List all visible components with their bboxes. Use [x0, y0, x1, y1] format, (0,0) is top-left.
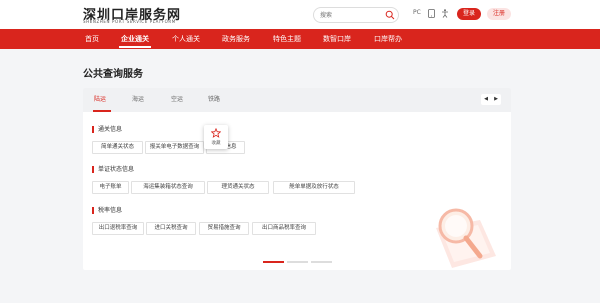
tab-sea[interactable]: 海运: [132, 88, 144, 112]
pager-dot-3[interactable]: [311, 261, 332, 263]
pc-version-icon[interactable]: PC: [413, 9, 421, 16]
magnifier-illustration: [436, 208, 496, 268]
query-tile[interactable]: 贸易措施查询: [199, 222, 249, 235]
section-title-tax-rate-info: 税率信息: [92, 207, 122, 214]
nav-item-port-assistance[interactable]: 口岸帮办: [374, 29, 402, 49]
query-tile[interactable]: 舱单单据及放行状态: [273, 181, 355, 194]
query-tile[interactable]: 理货通关状态: [207, 181, 269, 194]
nav-active-indicator: [119, 46, 151, 48]
section-title-document-status: 单证状态信息: [92, 166, 134, 173]
favorite-popup[interactable]: 收藏: [204, 125, 228, 149]
search-icon[interactable]: [385, 10, 395, 20]
nav-item-home[interactable]: 首页: [85, 29, 99, 49]
query-tile[interactable]: 海运集装箱状态查询: [131, 181, 205, 194]
tab-scroll-controls: ◀ ▶: [481, 94, 501, 105]
site-header: 深圳口岸服务网 SHENZHEN PORT SERVICE PLATFORM P…: [0, 0, 600, 29]
main-nav: 首页 企业通关 个人通关 政务服务 特色主题 数智口岸 口岸帮办: [0, 29, 600, 49]
section-title-clearance-info: 通关信息: [92, 126, 122, 133]
query-tile[interactable]: 电子账单: [92, 181, 129, 194]
tab-air[interactable]: 空运: [171, 88, 183, 112]
transport-tabs: 陆运 海运 空运 铁路 ◀ ▶: [83, 88, 511, 112]
site-logo-subtitle: SHENZHEN PORT SERVICE PLATFORM: [83, 19, 176, 24]
tab-land[interactable]: 陆运: [94, 88, 106, 112]
pager-dot-1[interactable]: [263, 261, 284, 263]
tab-rail[interactable]: 铁路: [208, 88, 220, 112]
nav-item-featured-topics[interactable]: 特色主题: [273, 29, 301, 49]
search-input[interactable]: [318, 9, 384, 21]
chevron-left-icon[interactable]: ◀: [481, 94, 491, 105]
search-box[interactable]: [313, 7, 399, 23]
page-title: 公共查询服务: [83, 69, 143, 80]
nav-item-smart-port[interactable]: 数智口岸: [323, 29, 351, 49]
chevron-right-icon[interactable]: ▶: [491, 94, 501, 105]
mobile-icon[interactable]: [428, 9, 435, 18]
query-tile[interactable]: 出口商品税率查询: [252, 222, 316, 235]
favorite-label: 收藏: [211, 141, 221, 146]
query-tile[interactable]: 简单通关状态: [92, 141, 143, 154]
login-button[interactable]: 登录: [457, 8, 481, 20]
query-tile[interactable]: 进口关税查询: [146, 222, 196, 235]
query-card: 陆运 海运 空运 铁路 ◀ ▶ 通关信息 简单通关状态 报关单电子数据查询 口岸…: [83, 88, 511, 270]
register-button[interactable]: 注册: [487, 8, 511, 20]
query-tile[interactable]: 报关单电子数据查询: [145, 141, 204, 154]
accessibility-icon[interactable]: [441, 9, 449, 18]
query-tile[interactable]: 出口退税率查询: [92, 222, 144, 235]
nav-item-government-services[interactable]: 政务服务: [222, 29, 250, 49]
nav-item-personal-clearance[interactable]: 个人通关: [172, 29, 200, 49]
tab-active-indicator: [93, 110, 111, 112]
star-icon[interactable]: [211, 128, 221, 138]
pager-dot-2[interactable]: [287, 261, 308, 263]
